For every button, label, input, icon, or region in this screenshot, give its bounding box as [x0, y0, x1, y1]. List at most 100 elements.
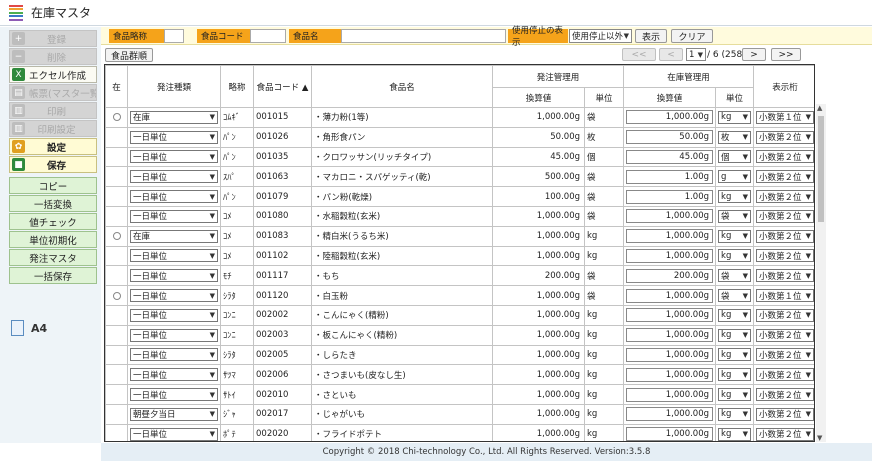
show-button[interactable]: 表示 — [635, 29, 667, 43]
short-name-input[interactable] — [164, 29, 184, 43]
prev-page-button[interactable]: < — [659, 48, 683, 61]
inv-unit-select[interactable]: 袋 ▼ — [718, 269, 752, 283]
order-type-select[interactable]: 一日単位 ▼ — [130, 170, 218, 184]
inv-conv-input[interactable]: 1,000.00g — [626, 110, 714, 125]
digits-select[interactable]: 小数第２位 ▼ — [756, 368, 814, 382]
inv-unit-select[interactable]: kg ▼ — [718, 229, 752, 243]
order-type-select[interactable]: 一日単位 ▼ — [130, 388, 218, 402]
inv-conv-input[interactable]: 1,000.00g — [626, 407, 714, 422]
inv-conv-input[interactable]: 1.00g — [626, 189, 714, 204]
sidebar-action-4[interactable]: 発注マスタ — [9, 249, 97, 266]
scroll-thumb[interactable] — [818, 116, 824, 222]
inv-conv-input[interactable]: 50.00g — [626, 130, 714, 145]
inv-conv-input[interactable]: 200.00g — [626, 268, 714, 283]
inv-unit-select[interactable]: kg ▼ — [718, 348, 752, 362]
inv-unit-select[interactable]: kg ▼ — [718, 110, 752, 124]
inv-conv-input[interactable]: 1,000.00g — [626, 308, 714, 323]
inv-conv-input[interactable]: 1,000.00g — [626, 288, 714, 303]
stop-select[interactable]: 使用停止以外 ▼ — [569, 29, 632, 43]
digits-select[interactable]: 小数第２位 ▼ — [756, 308, 814, 322]
inv-unit-select[interactable]: g ▼ — [718, 170, 752, 184]
sidebar-button-0[interactable]: + 登録 — [9, 30, 97, 47]
sidebar-button-1[interactable]: − 削除 — [9, 48, 97, 65]
order-type-select[interactable]: 一日単位 ▼ — [130, 249, 218, 263]
order-type-select[interactable]: 一日単位 ▼ — [130, 130, 218, 144]
digits-select[interactable]: 小数第２位 ▼ — [756, 150, 814, 164]
scroll-up-icon[interactable]: ▲ — [817, 104, 822, 112]
order-type-select[interactable]: 一日単位 ▼ — [130, 427, 218, 441]
inv-unit-select[interactable]: kg ▼ — [718, 388, 752, 402]
sidebar-action-5[interactable]: 一括保存 — [9, 267, 97, 284]
inv-unit-select[interactable]: kg ▼ — [718, 407, 752, 421]
scroll-down-icon[interactable]: ▼ — [817, 434, 822, 442]
digits-select[interactable]: 小数第１位 ▼ — [756, 289, 814, 303]
order-type-select[interactable]: 一日単位 ▼ — [130, 289, 218, 303]
order-type-select[interactable]: 一日単位 ▼ — [130, 308, 218, 322]
stock-radio[interactable] — [112, 291, 121, 300]
digits-select[interactable]: 小数第２位 ▼ — [756, 249, 814, 263]
code-input[interactable] — [250, 29, 286, 43]
inv-unit-select[interactable]: kg ▼ — [718, 308, 752, 322]
inv-unit-select[interactable]: 袋 ▼ — [718, 209, 752, 223]
order-type-select[interactable]: 一日単位 ▼ — [130, 328, 218, 342]
sidebar-button-6[interactable]: ✿ 設定 — [9, 138, 97, 155]
inv-conv-input[interactable]: 1,000.00g — [626, 427, 714, 441]
order-type-select[interactable]: 一日単位 ▼ — [130, 150, 218, 164]
food-group-order-button[interactable]: 食品群順 — [105, 48, 153, 62]
next-page-button[interactable]: > — [742, 48, 766, 61]
inv-unit-select[interactable]: kg ▼ — [718, 249, 752, 263]
col-code[interactable]: 食品コード ▲ — [253, 65, 312, 108]
inv-unit-select[interactable]: kg ▼ — [718, 427, 752, 441]
inv-unit-select[interactable]: kg ▼ — [718, 328, 752, 342]
inv-unit-select[interactable]: 枚 ▼ — [718, 130, 752, 144]
order-type-select[interactable]: 一日単位 ▼ — [130, 209, 218, 223]
digits-select[interactable]: 小数第１位 ▼ — [756, 110, 814, 124]
last-page-button[interactable]: >> — [771, 48, 801, 61]
clear-button[interactable]: クリア — [671, 29, 713, 43]
paper-size[interactable]: A4 — [11, 320, 47, 336]
inv-unit-select[interactable]: kg ▼ — [718, 368, 752, 382]
sidebar-action-3[interactable]: 単位初期化 — [9, 231, 97, 248]
digits-select[interactable]: 小数第２位 ▼ — [756, 348, 814, 362]
sidebar-action-1[interactable]: 一括変換 — [9, 195, 97, 212]
sidebar-button-4[interactable]: ▥ 印刷 — [9, 102, 97, 119]
order-type-select[interactable]: 一日単位 ▼ — [130, 269, 218, 283]
inv-unit-select[interactable]: 個 ▼ — [718, 150, 752, 164]
inv-conv-input[interactable]: 1,000.00g — [626, 209, 714, 224]
inv-conv-input[interactable]: 1,000.00g — [626, 248, 714, 263]
order-type-select[interactable]: 一日単位 ▼ — [130, 190, 218, 204]
sidebar-button-3[interactable]: ▤ 帳票(マスタ一覧表) — [9, 84, 97, 101]
inv-conv-input[interactable]: 1,000.00g — [626, 328, 714, 343]
stock-radio[interactable] — [112, 232, 121, 241]
name-input[interactable] — [341, 29, 506, 43]
digits-select[interactable]: 小数第２位 ▼ — [756, 209, 814, 223]
order-type-select[interactable]: 朝昼夕当日 ▼ — [130, 407, 218, 421]
digits-select[interactable]: 小数第２位 ▼ — [756, 229, 814, 243]
sidebar-button-7[interactable]: ■ 保存 — [9, 156, 97, 173]
stock-radio[interactable] — [112, 113, 121, 122]
digits-select[interactable]: 小数第２位 ▼ — [756, 170, 814, 184]
inv-unit-select[interactable]: kg ▼ — [718, 190, 752, 204]
table-scrollbar[interactable]: ▲ ▼ — [816, 104, 826, 442]
digits-select[interactable]: 小数第２位 ▼ — [756, 407, 814, 421]
inv-conv-input[interactable]: 1,000.00g — [626, 229, 714, 244]
digits-select[interactable]: 小数第２位 ▼ — [756, 427, 814, 441]
inv-unit-select[interactable]: 袋 ▼ — [718, 289, 752, 303]
inv-conv-input[interactable]: 1,000.00g — [626, 367, 714, 382]
inv-conv-input[interactable]: 1,000.00g — [626, 387, 714, 402]
order-type-select[interactable]: 一日単位 ▼ — [130, 368, 218, 382]
order-type-select[interactable]: 在庫 ▼ — [130, 110, 218, 124]
digits-select[interactable]: 小数第２位 ▼ — [756, 269, 814, 283]
inv-conv-input[interactable]: 1.00g — [626, 169, 714, 184]
digits-select[interactable]: 小数第２位 ▼ — [756, 130, 814, 144]
digits-select[interactable]: 小数第２位 ▼ — [756, 328, 814, 342]
page-select[interactable]: 1 ▼ — [686, 48, 706, 61]
inv-conv-input[interactable]: 1,000.00g — [626, 347, 714, 362]
inv-conv-input[interactable]: 45.00g — [626, 149, 714, 164]
first-page-button[interactable]: << — [622, 48, 656, 61]
order-type-select[interactable]: 在庫 ▼ — [130, 229, 218, 243]
sidebar-action-0[interactable]: コピー — [9, 177, 97, 194]
sidebar-action-2[interactable]: 値チェック — [9, 213, 97, 230]
sidebar-button-5[interactable]: ▥ 印刷設定 — [9, 120, 97, 137]
order-type-select[interactable]: 一日単位 ▼ — [130, 348, 218, 362]
